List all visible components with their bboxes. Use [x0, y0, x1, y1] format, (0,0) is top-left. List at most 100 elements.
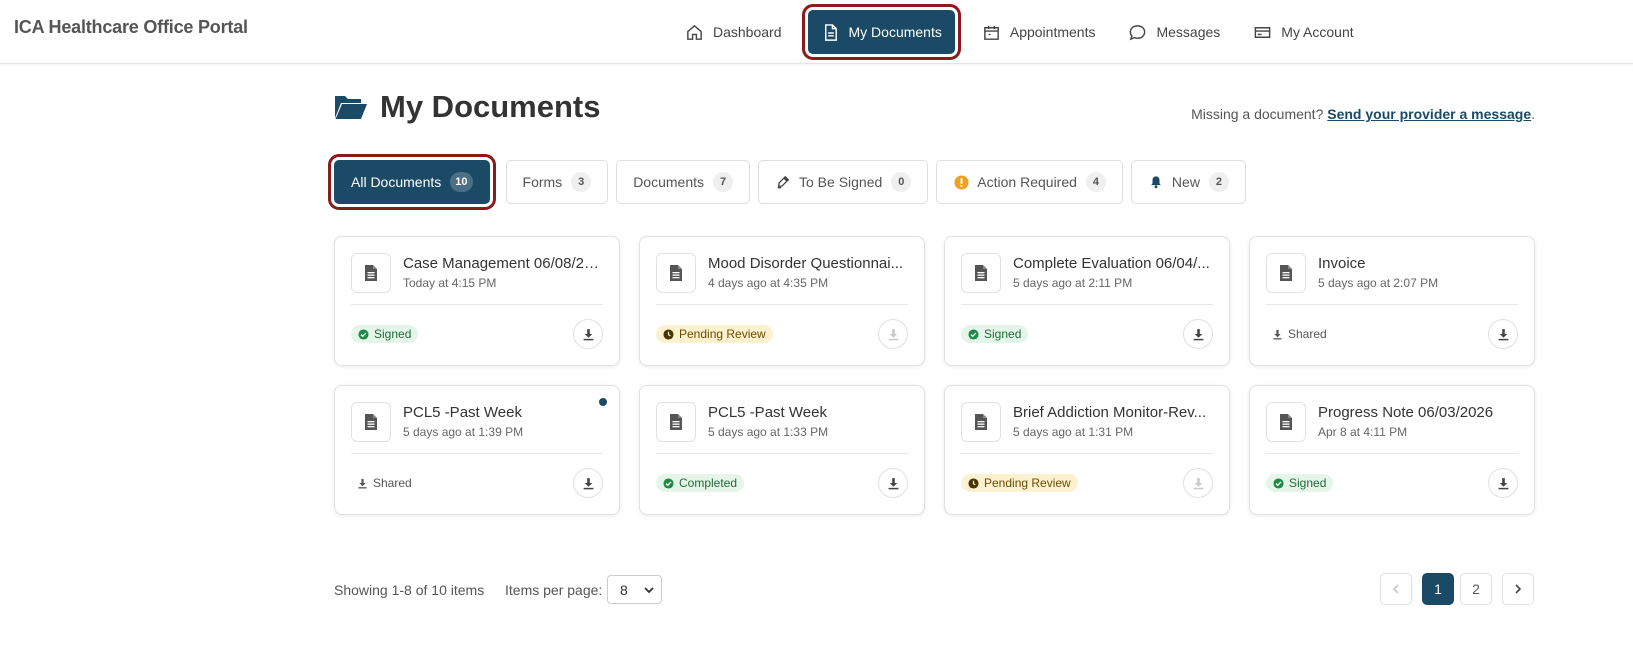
check-circle-icon	[968, 328, 979, 340]
document-card-footer: Signed	[961, 305, 1213, 363]
document-title[interactable]: PCL5 -Past Week	[403, 404, 603, 421]
download-icon	[583, 477, 593, 489]
page-title: My Documents	[380, 89, 601, 124]
status-badge: Signed	[961, 325, 1029, 343]
send-provider-message-link[interactable]: Send your provider a message	[1327, 106, 1531, 122]
document-date: 4 days ago at 4:35 PM	[708, 276, 829, 290]
document-date: Today at 4:15 PM	[403, 276, 497, 290]
download-button[interactable]	[573, 468, 603, 498]
document-title[interactable]: Case Management 06/08/20...	[403, 255, 603, 272]
nav-messages[interactable]: Messages	[1115, 10, 1233, 54]
document-card-header: Complete Evaluation 06/04/... 5 days ago …	[961, 253, 1213, 305]
chevron-right-icon	[1515, 584, 1522, 594]
document-card-footer: Shared	[1266, 305, 1518, 363]
download-icon	[888, 328, 898, 340]
document-card-grid: Case Management 06/08/20... Today at 4:15…	[334, 236, 1535, 515]
download-button[interactable]	[1488, 319, 1518, 349]
tab-label: Documents	[633, 174, 704, 190]
calendar-icon	[983, 25, 999, 40]
download-button[interactable]	[1183, 468, 1213, 498]
tab-count: 0	[891, 172, 912, 192]
document-title[interactable]: Mood Disorder Questionnai...	[708, 255, 908, 272]
tab-to-be-signed[interactable]: To Be Signed 0	[758, 160, 929, 204]
document-title[interactable]: Progress Note 06/03/2026	[1318, 404, 1518, 421]
document-card[interactable]: Progress Note 06/03/2026 Apr 8 at 4:11 PM…	[1249, 385, 1535, 515]
page-2-button[interactable]: 2	[1460, 573, 1492, 605]
download-button[interactable]	[1183, 319, 1213, 349]
file-icon	[670, 414, 682, 430]
document-card-footer: Pending Review	[656, 305, 908, 363]
check-circle-icon	[1273, 477, 1284, 489]
document-card-footer: Pending Review	[961, 454, 1213, 512]
main-nav: Dashboard My Documents Appointments Mess…	[672, 0, 1374, 64]
document-title[interactable]: PCL5 -Past Week	[708, 404, 908, 421]
document-card[interactable]: Case Management 06/08/20... Today at 4:15…	[334, 236, 620, 366]
document-info: Brief Addiction Monitor-Rev... 5 days ago…	[1013, 402, 1213, 439]
status-label: Shared	[373, 476, 412, 490]
check-circle-icon	[358, 328, 369, 340]
missing-document-period: .	[1531, 106, 1535, 122]
prev-page-button[interactable]	[1380, 573, 1412, 605]
document-title[interactable]: Invoice	[1318, 255, 1518, 272]
download-button[interactable]	[573, 319, 603, 349]
document-card[interactable]: Complete Evaluation 06/04/... 5 days ago …	[944, 236, 1230, 366]
document-card[interactable]: PCL5 -Past Week 5 days ago at 1:39 PM Shar…	[334, 385, 620, 515]
status-label: Shared	[1288, 327, 1327, 341]
document-icon-box	[351, 402, 391, 442]
nav-my-documents[interactable]: My Documents	[801, 4, 961, 60]
document-icon	[824, 23, 837, 41]
items-per-page-select[interactable]: 8	[607, 575, 662, 604]
document-info: Progress Note 06/03/2026 Apr 8 at 4:11 PM	[1318, 402, 1518, 439]
file-icon	[670, 265, 682, 281]
download-button[interactable]	[878, 319, 908, 349]
document-icon-box	[961, 253, 1001, 293]
document-card-footer: Shared	[351, 454, 603, 512]
next-page-button[interactable]	[1502, 573, 1534, 605]
tab-documents[interactable]: Documents 7	[616, 160, 750, 204]
tab-count: 4	[1085, 172, 1106, 192]
home-icon	[687, 24, 702, 40]
download-icon	[1193, 328, 1203, 340]
document-card[interactable]: Invoice 5 days ago at 2:07 PM Shared	[1249, 236, 1535, 366]
download-button[interactable]	[878, 468, 908, 498]
page-1-button[interactable]: 1	[1422, 573, 1454, 605]
document-card-header: Case Management 06/08/20... Today at 4:15…	[351, 253, 603, 305]
file-icon	[975, 414, 987, 430]
brand-name[interactable]: ICA Healthcare Office Portal	[14, 17, 248, 38]
status-label: Signed	[1289, 476, 1327, 490]
document-card-header: Mood Disorder Questionnai... 4 days ago a…	[656, 253, 908, 305]
clock-icon	[663, 328, 674, 340]
nav-my-account[interactable]: My Account	[1240, 10, 1366, 54]
clock-icon	[968, 477, 979, 489]
tab-new[interactable]: New 2	[1130, 160, 1246, 204]
document-card[interactable]: Mood Disorder Questionnai... 4 days ago a…	[639, 236, 925, 366]
missing-document-text: Missing a document?	[1191, 106, 1324, 122]
new-indicator-dot	[599, 398, 607, 406]
nav-dashboard[interactable]: Dashboard	[672, 10, 795, 54]
document-info: Case Management 06/08/20... Today at 4:15…	[403, 253, 603, 290]
tab-label: To Be Signed	[799, 174, 883, 190]
document-title[interactable]: Complete Evaluation 06/04/...	[1013, 255, 1213, 272]
tab-forms[interactable]: Forms 3	[505, 160, 609, 204]
status-label: Signed	[984, 327, 1022, 341]
document-icon-box	[1266, 253, 1306, 293]
status-label: Signed	[374, 327, 412, 341]
document-card[interactable]: PCL5 -Past Week 5 days ago at 1:33 PM Comp…	[639, 385, 925, 515]
document-icon-box	[961, 402, 1001, 442]
file-icon	[1280, 414, 1292, 430]
tab-label: Action Required	[977, 174, 1077, 190]
document-info: Mood Disorder Questionnai... 4 days ago a…	[708, 253, 908, 290]
file-icon	[975, 265, 987, 281]
document-card-header: Brief Addiction Monitor-Rev... 5 days ago…	[961, 402, 1213, 454]
tab-action-required[interactable]: Action Required 4	[936, 160, 1123, 204]
nav-appointments[interactable]: Appointments	[969, 10, 1109, 54]
tab-all-documents[interactable]: All Documents 10	[328, 154, 496, 210]
document-card[interactable]: Brief Addiction Monitor-Rev... 5 days ago…	[944, 385, 1230, 515]
chevron-left-icon	[1392, 584, 1399, 594]
document-date: 5 days ago at 2:07 PM	[1318, 276, 1439, 290]
items-per-page-label: Items per page:	[505, 582, 603, 598]
document-date: 5 days ago at 1:33 PM	[708, 425, 829, 439]
download-button[interactable]	[1488, 468, 1518, 498]
nav-my-documents-label: My Documents	[848, 24, 942, 40]
document-title[interactable]: Brief Addiction Monitor-Rev...	[1013, 404, 1213, 421]
